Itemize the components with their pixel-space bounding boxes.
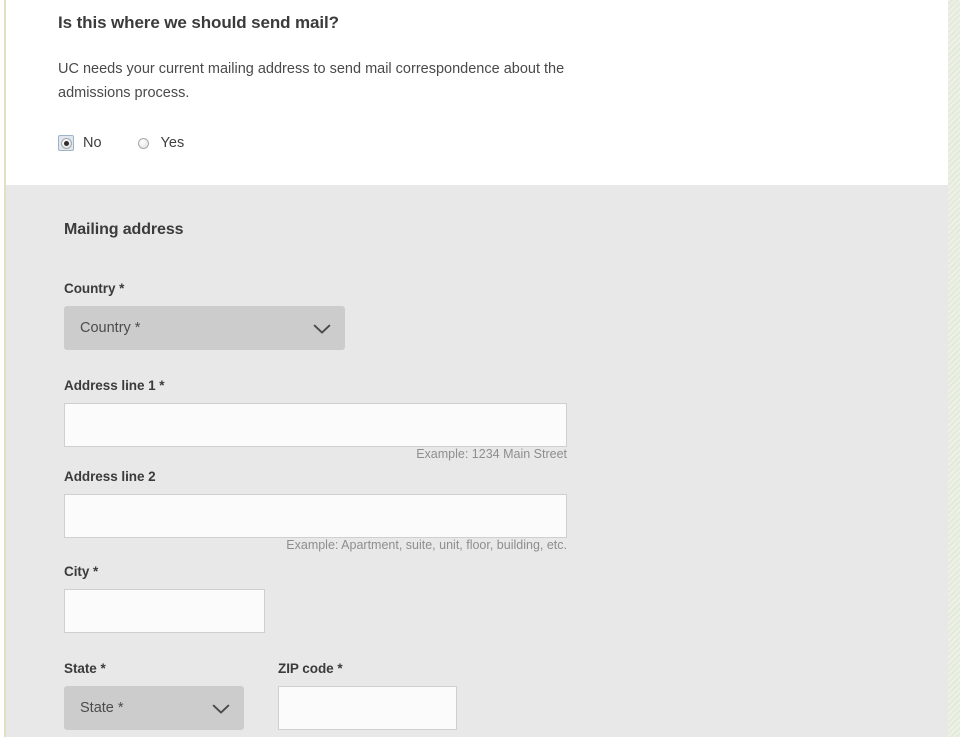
field-address-line-2: Address line 2 Example: Apartment, suite…: [58, 461, 948, 552]
page-root: Is this where we should send mail? UC ne…: [0, 0, 960, 737]
state-select[interactable]: State *: [64, 686, 244, 730]
state-zip-row: State * State * ZIP code *: [58, 633, 948, 730]
field-state: State * State *: [64, 661, 278, 730]
field-zip-code: ZIP code *: [278, 661, 478, 730]
label-country: Country *: [64, 281, 125, 296]
radio-label-yes: Yes: [160, 134, 185, 151]
mailing-address-form: Mailing address Country * Country * Addr…: [6, 185, 948, 737]
section-title-mailing-address: Mailing address: [64, 221, 184, 238]
field-city: City *: [58, 552, 948, 633]
zip-code-input[interactable]: [278, 686, 457, 730]
radio-button-no[interactable]: [60, 137, 72, 149]
radio-option-no[interactable]: No: [58, 134, 102, 152]
label-city: City *: [64, 564, 99, 579]
radio-focus-ring: [58, 135, 74, 152]
hint-address-line-1: Example: 1234 Main Street: [416, 447, 567, 461]
intro-description: UC needs your current mailing address to…: [58, 61, 565, 101]
label-zip-code: ZIP code *: [278, 661, 343, 676]
right-edge-gutter: [948, 0, 960, 737]
radio-button-yes[interactable]: [138, 137, 150, 149]
intro-panel: Is this where we should send mail? UC ne…: [6, 0, 948, 185]
country-select-wrapper: Country *: [64, 306, 345, 350]
label-state: State *: [64, 661, 106, 676]
address-line-2-input[interactable]: [64, 494, 567, 538]
left-edge-rule: [4, 0, 6, 737]
radio-label-no: No: [83, 134, 102, 151]
field-address-line-1: Address line 1 * Example: 1234 Main Stre…: [58, 350, 948, 461]
radio-option-yes[interactable]: Yes: [136, 134, 185, 151]
page-title: Is this where we should send mail?: [58, 13, 339, 32]
content-column: Is this where we should send mail? UC ne…: [6, 0, 948, 737]
label-address-line-2: Address line 2: [64, 469, 156, 484]
country-select[interactable]: Country *: [64, 306, 345, 350]
state-select-wrapper: State *: [64, 686, 244, 730]
label-address-line-1: Address line 1 *: [64, 378, 165, 393]
address-line-1-input[interactable]: [64, 403, 567, 447]
send-mail-radio-group: No Yes: [6, 105, 948, 152]
radio-box-yes: [136, 135, 152, 151]
hint-address-line-2: Example: Apartment, suite, unit, floor, …: [286, 538, 567, 552]
field-country: Country * Country *: [58, 239, 948, 350]
city-input[interactable]: [64, 589, 265, 633]
